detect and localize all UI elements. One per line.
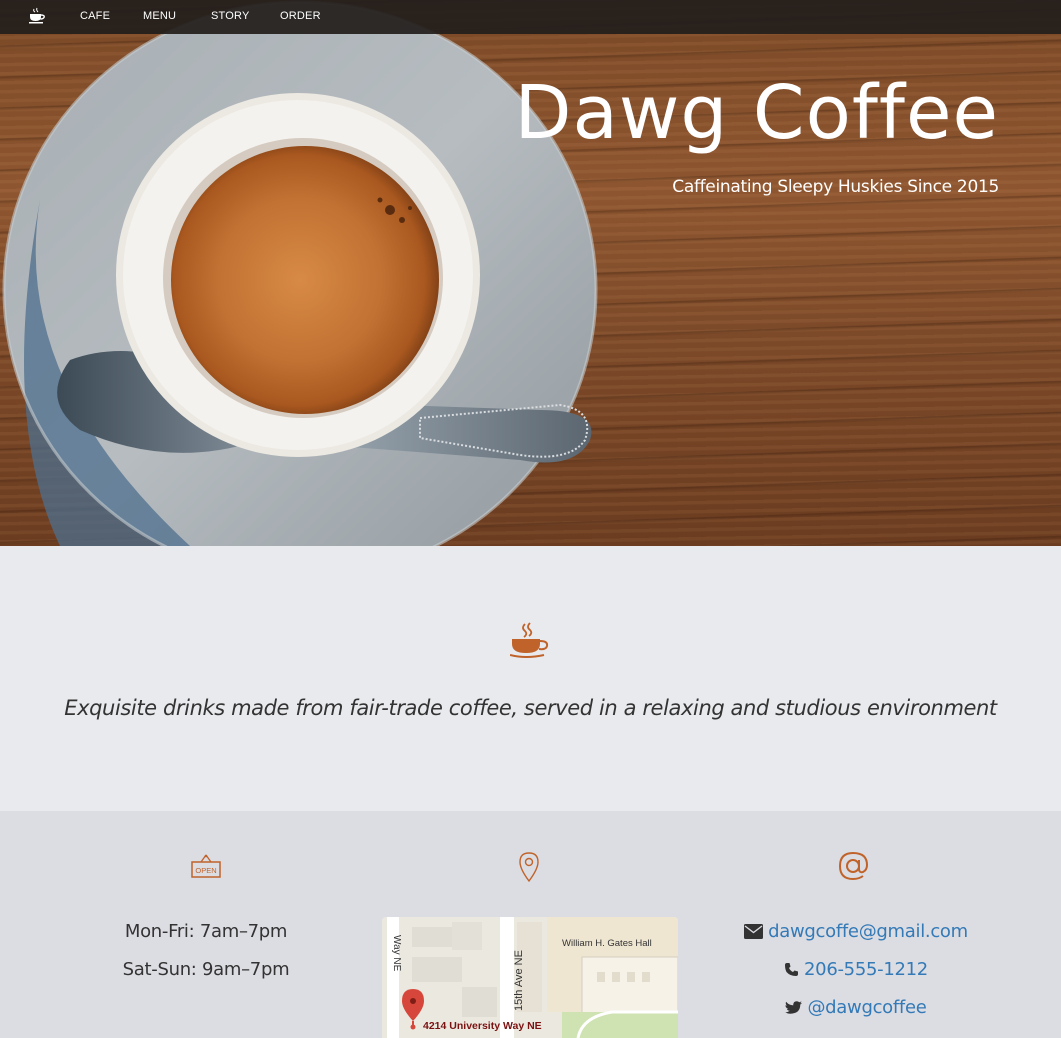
hours-weekday: Mon-Fri: 7am–7pm: [124, 921, 288, 942]
map-address-label: 4214 University Way NE: [423, 1020, 542, 1032]
contact-email-row: dawgcoffe@gmail.com: [706, 921, 1006, 942]
hours-weekend: Sat-Sun: 9am–7pm: [122, 959, 290, 980]
nav-story-link[interactable]: STORY: [211, 10, 250, 22]
nav-cafe-link[interactable]: CAFE: [80, 10, 110, 22]
top-navbar: CAFE MENU STORY ORDER: [0, 0, 1061, 34]
email-link[interactable]: dawgcoffe@gmail.com: [768, 921, 968, 942]
tagline: Exquisite drinks made from fair-trade co…: [64, 696, 997, 720]
contact-phone-row: 206-555-1212: [706, 959, 1006, 980]
open-sign-icon: OPEN: [191, 854, 221, 878]
phone-icon: [785, 963, 799, 976]
hero-subtitle: Caffeinating Sleepy Huskies Since 2015: [672, 177, 999, 197]
info-section: OPEN Mon-Fri: 7am–7pm Sat-Sun: 9am–7pm W…: [0, 811, 1061, 1038]
open-sign-text: OPEN: [195, 866, 216, 875]
contact-twitter-row: @dawgcoffee: [706, 997, 1006, 1018]
phone-link[interactable]: 206-555-1212: [804, 959, 928, 980]
nav-order-link[interactable]: ORDER: [280, 10, 321, 22]
nav-menu-link[interactable]: MENU: [143, 10, 176, 22]
steaming-coffee-icon: [510, 622, 549, 658]
twitter-link[interactable]: @dawgcoffee: [807, 997, 926, 1018]
map-street-way-ne: Way NE: [391, 935, 402, 972]
hero-title: Dawg Coffee: [514, 70, 999, 156]
hero-banner: Dawg Coffee Caffeinating Sleepy Huskies …: [0, 0, 1061, 546]
location-map[interactable]: Way NE 15th Ave NE William H. Gates Hall…: [382, 917, 678, 1038]
map-street-15th-ave: 15th Ave NE: [513, 950, 525, 1011]
envelope-icon: [744, 924, 764, 939]
map-pin-icon: [519, 852, 539, 883]
twitter-icon: [785, 1001, 803, 1014]
coffee-cup-icon[interactable]: [27, 6, 47, 26]
intro-section: Exquisite drinks made from fair-trade co…: [0, 546, 1061, 811]
at-sign-icon: [838, 851, 869, 881]
map-building-gates-hall: William H. Gates Hall: [562, 938, 652, 949]
